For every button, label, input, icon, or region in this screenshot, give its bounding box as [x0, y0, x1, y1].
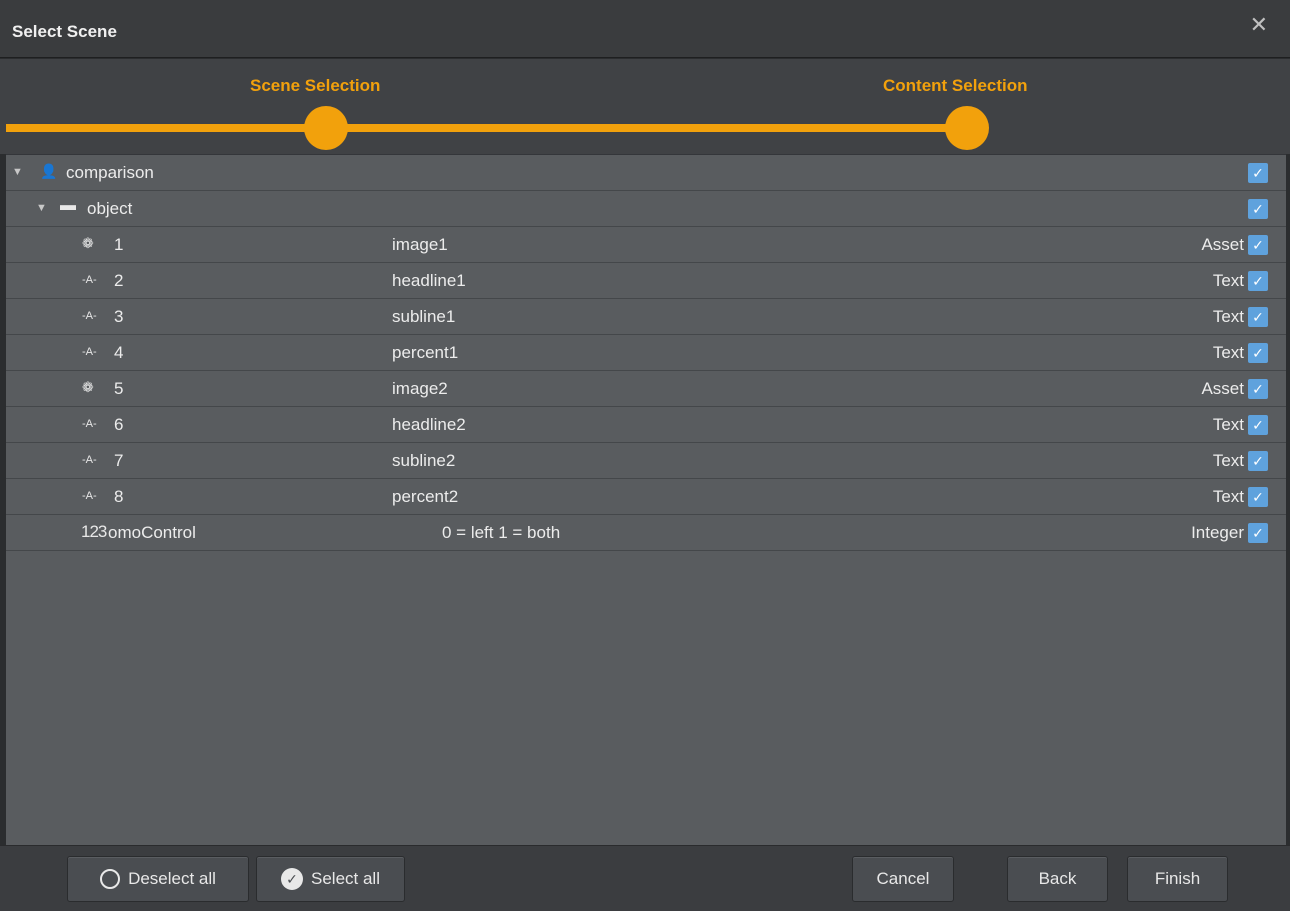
tree-row-field[interactable]: -A- 4 percent1 Text ✓ — [6, 335, 1286, 371]
row-checkbox[interactable]: ✓ — [1248, 271, 1268, 291]
tree-row-field[interactable]: ❁ 1 image1 Asset ✓ — [6, 227, 1286, 263]
tree-row-type: Text — [1212, 415, 1244, 434]
tree-row-name: 1 — [114, 235, 124, 254]
tree-row-name: 6 — [114, 415, 124, 434]
cancel-button[interactable]: Cancel — [852, 856, 954, 902]
tree-row-type: Text — [1212, 487, 1244, 506]
text-field-icon: -A- — [82, 310, 97, 322]
integer-icon: 123 — [81, 522, 107, 541]
row-checkbox[interactable]: ✓ — [1248, 415, 1268, 435]
row-checkbox[interactable]: ✓ — [1248, 487, 1268, 507]
tree-row-description: subline1 — [392, 307, 456, 326]
tree-row-type: Text — [1212, 271, 1244, 290]
tree-row-type: Text — [1212, 343, 1244, 362]
close-icon[interactable]: ✕ — [1250, 14, 1268, 36]
tree-row-field[interactable]: -A- 8 percent2 Text ✓ — [6, 479, 1286, 515]
text-field-icon: -A- — [82, 274, 97, 286]
tree-row-type: Text — [1212, 307, 1244, 326]
palette-icon: ❁ — [82, 379, 94, 395]
tree-row-folder[interactable]: ▼ ▬ object ✓ — [6, 191, 1286, 227]
tree-row-name: object — [87, 199, 133, 218]
scene-tree: ▼ 👤 comparison ✓ ▼ ▬ object ✓ ❁ 1 image1 Asset ✓ -A- 2… — [6, 154, 1286, 845]
dialog-title: Select Scene — [12, 22, 117, 41]
tree-row-field[interactable]: -A- 6 headline2 Text ✓ — [6, 407, 1286, 443]
finish-button[interactable]: Finish — [1127, 856, 1228, 902]
tree-row-scene[interactable]: ▼ 👤 comparison ✓ — [6, 155, 1286, 191]
tree-row-field[interactable]: ❁ 5 image2 Asset ✓ — [6, 371, 1286, 407]
progress-track — [6, 124, 966, 132]
step-content-selection: Content Selection — [883, 76, 1028, 95]
tree-row-field[interactable]: -A- 2 headline1 Text ✓ — [6, 263, 1286, 299]
circle-outline-icon — [100, 869, 121, 889]
tree-row-field[interactable]: -A- 3 subline1 Text ✓ — [6, 299, 1286, 335]
tree-row-description: percent1 — [392, 343, 459, 362]
tree-row-type: Asset — [1201, 379, 1244, 398]
expand-caret-icon[interactable]: ▼ — [12, 166, 23, 178]
tree-row-name: comparison — [66, 163, 154, 182]
tree-row-name: 2 — [114, 271, 124, 290]
select-all-label: Select all — [311, 869, 380, 888]
tree-row-type: Text — [1212, 451, 1244, 470]
row-checkbox[interactable]: ✓ — [1248, 343, 1268, 363]
tree-row-description: 0 = left 1 = both — [442, 523, 561, 542]
step-scene-selection: Scene Selection — [250, 76, 381, 95]
tree-row-type: Asset — [1201, 235, 1244, 254]
row-checkbox[interactable]: ✓ — [1248, 379, 1268, 399]
tree-row-description: percent2 — [392, 487, 459, 506]
tree-row-name: 5 — [114, 379, 124, 398]
tree-row-field[interactable]: -A- 7 subline2 Text ✓ — [6, 443, 1286, 479]
tree-row-name: 3 — [114, 307, 124, 326]
step-dot-scene-selection — [304, 106, 348, 150]
palette-icon: ❁ — [82, 235, 94, 251]
title-bar: Select Scene ✕ — [0, 0, 1290, 58]
text-field-icon: -A- — [82, 454, 97, 466]
tree-row-description: headline1 — [392, 271, 466, 290]
wizard-progress: Scene Selection Content Selection — [0, 59, 1290, 154]
tree-row-name: omoControl — [108, 523, 196, 542]
folder-icon: ▬ — [60, 197, 76, 214]
row-checkbox[interactable]: ✓ — [1248, 235, 1268, 255]
tree-row-type: Integer — [1191, 523, 1244, 542]
tree-row-name: 4 — [114, 343, 124, 362]
step-dot-content-selection — [945, 106, 989, 150]
tree-row-field[interactable]: 123 omoControl 0 = left 1 = both Integer ✓ — [6, 515, 1286, 551]
tree-row-name: 8 — [114, 487, 124, 506]
text-field-icon: -A- — [82, 346, 97, 358]
tree-row-description: headline2 — [392, 415, 466, 434]
circle-check-icon: ✓ — [281, 868, 303, 890]
tree-row-name: 7 — [114, 451, 124, 470]
text-field-icon: -A- — [82, 490, 97, 502]
row-checkbox[interactable]: ✓ — [1248, 199, 1268, 219]
deselect-all-button[interactable]: Deselect all — [67, 856, 249, 902]
text-field-icon: -A- — [82, 418, 97, 430]
select-all-button[interactable]: ✓ Select all — [256, 856, 405, 902]
expand-caret-icon[interactable]: ▼ — [36, 202, 47, 214]
tree-row-description: image2 — [392, 379, 448, 398]
row-checkbox[interactable]: ✓ — [1248, 307, 1268, 327]
tree-row-description: subline2 — [392, 451, 456, 470]
deselect-all-label: Deselect all — [128, 869, 216, 888]
tree-row-description: image1 — [392, 235, 448, 254]
back-button[interactable]: Back — [1007, 856, 1108, 902]
dialog-footer: Deselect all ✓ Select all Cancel Back Fi… — [0, 845, 1290, 911]
user-icon: 👤 — [40, 163, 58, 179]
row-checkbox[interactable]: ✓ — [1248, 163, 1268, 183]
row-checkbox[interactable]: ✓ — [1248, 523, 1268, 543]
row-checkbox[interactable]: ✓ — [1248, 451, 1268, 471]
